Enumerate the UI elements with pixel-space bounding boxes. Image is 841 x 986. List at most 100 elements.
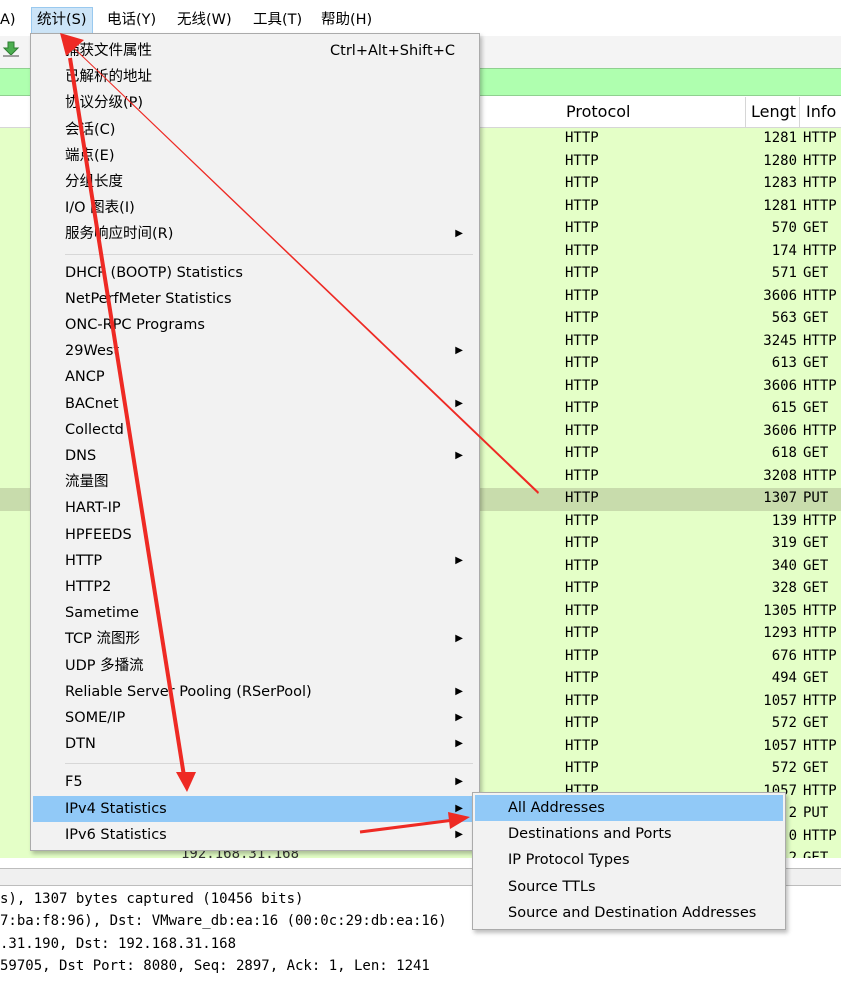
submenu-arrow-icon: ▶ bbox=[455, 450, 463, 461]
detail-line-tcp[interactable]: 59705, Dst Port: 8080, Seq: 2897, Ack: 1… bbox=[0, 958, 430, 974]
menu-item-label: HART-IP bbox=[65, 500, 121, 517]
protocol-cell: HTTP bbox=[565, 242, 599, 259]
length-cell: 340 bbox=[771, 557, 797, 574]
menu-item-label: 协议分级(P) bbox=[65, 95, 144, 112]
statistics-menu-item[interactable]: SOME/IP ▶ bbox=[33, 705, 477, 731]
statistics-menu-item[interactable]: 流量图 bbox=[33, 469, 477, 495]
ipv4-submenu-item[interactable]: Destinations and Ports bbox=[475, 821, 783, 847]
statistics-menu-item[interactable]: IPv4 Statistics ▶ bbox=[33, 795, 477, 822]
length-cell: 563 bbox=[771, 310, 797, 326]
protocol-cell: HTTP bbox=[565, 535, 599, 551]
ipv4-submenu-item[interactable]: Source TTLs bbox=[475, 874, 783, 900]
statistics-menu-item[interactable]: 分组长度 bbox=[33, 169, 477, 195]
menu-tools[interactable]: 工具(T) bbox=[253, 10, 302, 30]
statistics-menu-item[interactable]: TCP 流图形 ▶ bbox=[33, 626, 477, 652]
menu-item-label: 流量图 bbox=[65, 474, 109, 491]
info-cell: GET bbox=[803, 265, 829, 281]
statistics-menu-item[interactable]: Reliable Server Pooling (RSerPool) ▶ bbox=[33, 679, 477, 705]
length-cell: 1280 bbox=[763, 152, 797, 169]
protocol-cell: HTTP bbox=[565, 220, 599, 236]
statistics-menu-item[interactable]: I/O 图表(I) bbox=[33, 195, 477, 221]
menu-item-label: HTTP2 bbox=[65, 579, 112, 595]
menu-item-label: DNS bbox=[65, 448, 97, 464]
statistics-menu-item[interactable]: UDP 多播流 bbox=[33, 653, 477, 679]
menu-item-label: IPv6 Statistics bbox=[65, 826, 167, 843]
submenu-arrow-icon: ▶ bbox=[455, 554, 463, 566]
submenu-arrow-icon: ▶ bbox=[455, 712, 463, 723]
info-cell: HTTP bbox=[803, 625, 837, 641]
column-length[interactable]: Lengt bbox=[751, 97, 796, 127]
statistics-menu-item[interactable]: ONC-RPC Programs bbox=[33, 312, 477, 338]
statistics-menu-item[interactable]: DNS ▶ bbox=[33, 443, 477, 469]
statistics-menu-item[interactable]: 已解析的地址 bbox=[33, 64, 477, 90]
info-cell: GET bbox=[803, 557, 829, 574]
column-protocol[interactable]: Protocol bbox=[566, 97, 630, 127]
statistics-menu-item[interactable]: Collectd bbox=[33, 417, 477, 443]
menu-wireless[interactable]: 无线(W) bbox=[177, 10, 232, 30]
statistics-menu-item[interactable]: IPv6 Statistics ▶ bbox=[33, 822, 477, 848]
length-cell: 572 bbox=[771, 760, 797, 776]
column-info[interactable]: Info bbox=[806, 97, 836, 127]
length-cell: 3606 bbox=[763, 377, 797, 394]
menu-item-label: Collectd bbox=[65, 421, 124, 438]
ipv4-submenu-item[interactable]: All Addresses bbox=[475, 795, 783, 821]
protocol-cell: HTTP bbox=[565, 467, 599, 484]
statistics-menu-item[interactable]: HTTP ▶ bbox=[33, 548, 477, 574]
statistics-menu-item[interactable]: HTTP2 bbox=[33, 574, 477, 600]
submenu-arrow-icon: ▶ bbox=[455, 633, 463, 645]
menu-telephony[interactable]: 电话(Y) bbox=[107, 10, 156, 30]
length-cell: 174 bbox=[771, 242, 797, 259]
length-cell: 494 bbox=[771, 670, 797, 686]
length-cell: 328 bbox=[771, 580, 797, 596]
protocol-cell: HTTP bbox=[565, 580, 599, 596]
statistics-menu-item[interactable]: 会话(C) bbox=[33, 117, 477, 143]
ipv4-submenu-item[interactable]: Source and Destination Addresses bbox=[475, 900, 783, 926]
statistics-menu-item[interactable]: NetPerfMeter Statistics bbox=[33, 286, 477, 312]
menu-statistics[interactable]: 统计(S) bbox=[31, 7, 93, 34]
statistics-menu-item[interactable]: 协议分级(P) bbox=[33, 90, 477, 116]
menu-item-label: NetPerfMeter Statistics bbox=[65, 290, 232, 307]
protocol-cell: HTTP bbox=[565, 625, 599, 641]
statistics-menu-item[interactable]: 端点(E) bbox=[33, 143, 477, 169]
submenu-arrow-icon: ▶ bbox=[455, 685, 463, 697]
statistics-menu-item[interactable]: ANCP bbox=[33, 364, 477, 390]
statistics-menu-item[interactable]: 服务响应时间(R) ▶ bbox=[33, 221, 477, 247]
statistics-menu-item[interactable]: BACnet ▶ bbox=[33, 391, 477, 417]
menu-item-label: 端点(E) bbox=[65, 147, 115, 164]
info-cell: HTTP bbox=[803, 377, 837, 394]
info-cell: PUT bbox=[803, 490, 829, 506]
info-cell: HTTP bbox=[803, 512, 837, 529]
statistics-menu-item[interactable]: 捕获文件属性 Ctrl+Alt+Shift+C bbox=[33, 38, 477, 64]
protocol-cell: HTTP bbox=[565, 692, 599, 709]
statistics-menu-item[interactable]: DTN ▶ bbox=[33, 731, 477, 757]
protocol-cell: HTTP bbox=[565, 445, 599, 461]
protocol-cell: HTTP bbox=[565, 647, 599, 664]
detail-line-ethernet[interactable]: 7:ba:f8:96), Dst: VMware_db:ea:16 (00:0c… bbox=[0, 913, 447, 929]
download-icon[interactable] bbox=[2, 40, 20, 58]
statistics-menu-item[interactable]: F5 ▶ bbox=[33, 769, 477, 795]
menu-analyze-partial[interactable]: A) bbox=[0, 10, 16, 30]
info-cell: HTTP bbox=[803, 152, 837, 169]
protocol-cell: HTTP bbox=[565, 332, 599, 349]
length-cell: 3606 bbox=[763, 422, 797, 439]
menu-help[interactable]: 帮助(H) bbox=[321, 10, 372, 30]
menu-item-label: DTN bbox=[65, 736, 96, 753]
info-cell: HTTP bbox=[803, 467, 837, 484]
statistics-menu-item[interactable]: Sametime bbox=[33, 600, 477, 626]
statistics-menu-item[interactable]: HART-IP bbox=[33, 495, 477, 521]
submenu-arrow-icon: ▶ bbox=[455, 738, 463, 750]
statistics-menu-item[interactable]: DHCP (BOOTP) Statistics bbox=[33, 260, 477, 286]
protocol-cell: HTTP bbox=[565, 737, 599, 754]
menu-item-label: Sametime bbox=[65, 605, 139, 622]
menu-item-label: ANCP bbox=[65, 369, 105, 386]
submenu-arrow-icon: ▶ bbox=[455, 802, 463, 814]
ipv4-submenu-item[interactable]: IP Protocol Types bbox=[475, 847, 783, 873]
info-cell: HTTP bbox=[803, 242, 837, 259]
statistics-menu-item[interactable]: 29West ▶ bbox=[33, 338, 477, 364]
statistics-menu: 捕获文件属性 Ctrl+Alt+Shift+C 已解析的地址协议分级(P) 会话(C)… bbox=[30, 33, 480, 851]
statistics-menu-item[interactable]: HPFEEDS bbox=[33, 522, 477, 548]
detail-line-ip[interactable]: .31.190, Dst: 192.168.31.168 bbox=[0, 936, 236, 952]
info-cell: HTTP bbox=[803, 692, 837, 709]
ipv4-statistics-submenu: All Addresses Destinations and Ports IP Pr… bbox=[472, 792, 786, 930]
detail-line-frame[interactable]: s), 1307 bytes captured (10456 bits) bbox=[0, 891, 303, 907]
